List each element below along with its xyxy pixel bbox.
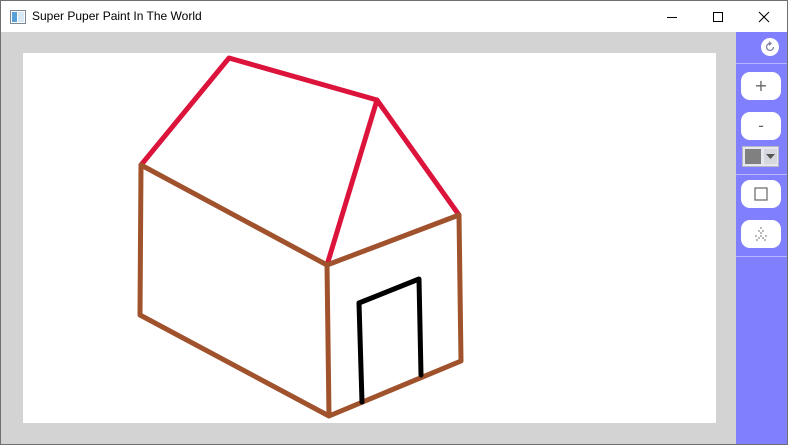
roof-right-stroke [374,97,462,218]
app-window: Super Puper Paint In The World + - [0,0,788,445]
maximize-icon [713,12,723,22]
chevron-down-icon [766,154,775,159]
refresh-button[interactable] [761,38,779,56]
walls-top-stroke [324,212,462,268]
close-button[interactable] [741,1,787,32]
zoom-out-button[interactable]: - [741,112,781,140]
spray-icon [755,227,767,241]
toolbar-separator [736,174,787,175]
rectangle-tool-button[interactable] [741,180,781,208]
close-icon [758,11,770,23]
drawing-svg [137,55,464,419]
app-icon [10,10,26,24]
toolbar-separator [736,256,787,257]
zoom-in-button[interactable]: + [741,72,781,100]
tool-panel: + - [736,32,787,444]
spray-tool-button[interactable] [741,220,781,248]
color-swatch [745,149,761,164]
drawing-canvas[interactable] [23,53,716,423]
square-icon [754,187,768,201]
walls-stroke [137,162,464,419]
window-title: Super Puper Paint In The World [32,9,202,23]
refresh-icon [765,41,775,52]
roof-left-stroke [138,55,380,268]
color-dropdown-button[interactable] [764,149,777,164]
title-bar[interactable]: Super Puper Paint In The World [1,1,787,32]
maximize-button[interactable] [695,1,741,32]
minimize-button[interactable] [649,1,695,32]
workspace [1,32,736,444]
minimize-icon [667,17,677,18]
toolbar-separator [736,63,787,64]
color-picker[interactable] [742,146,779,167]
